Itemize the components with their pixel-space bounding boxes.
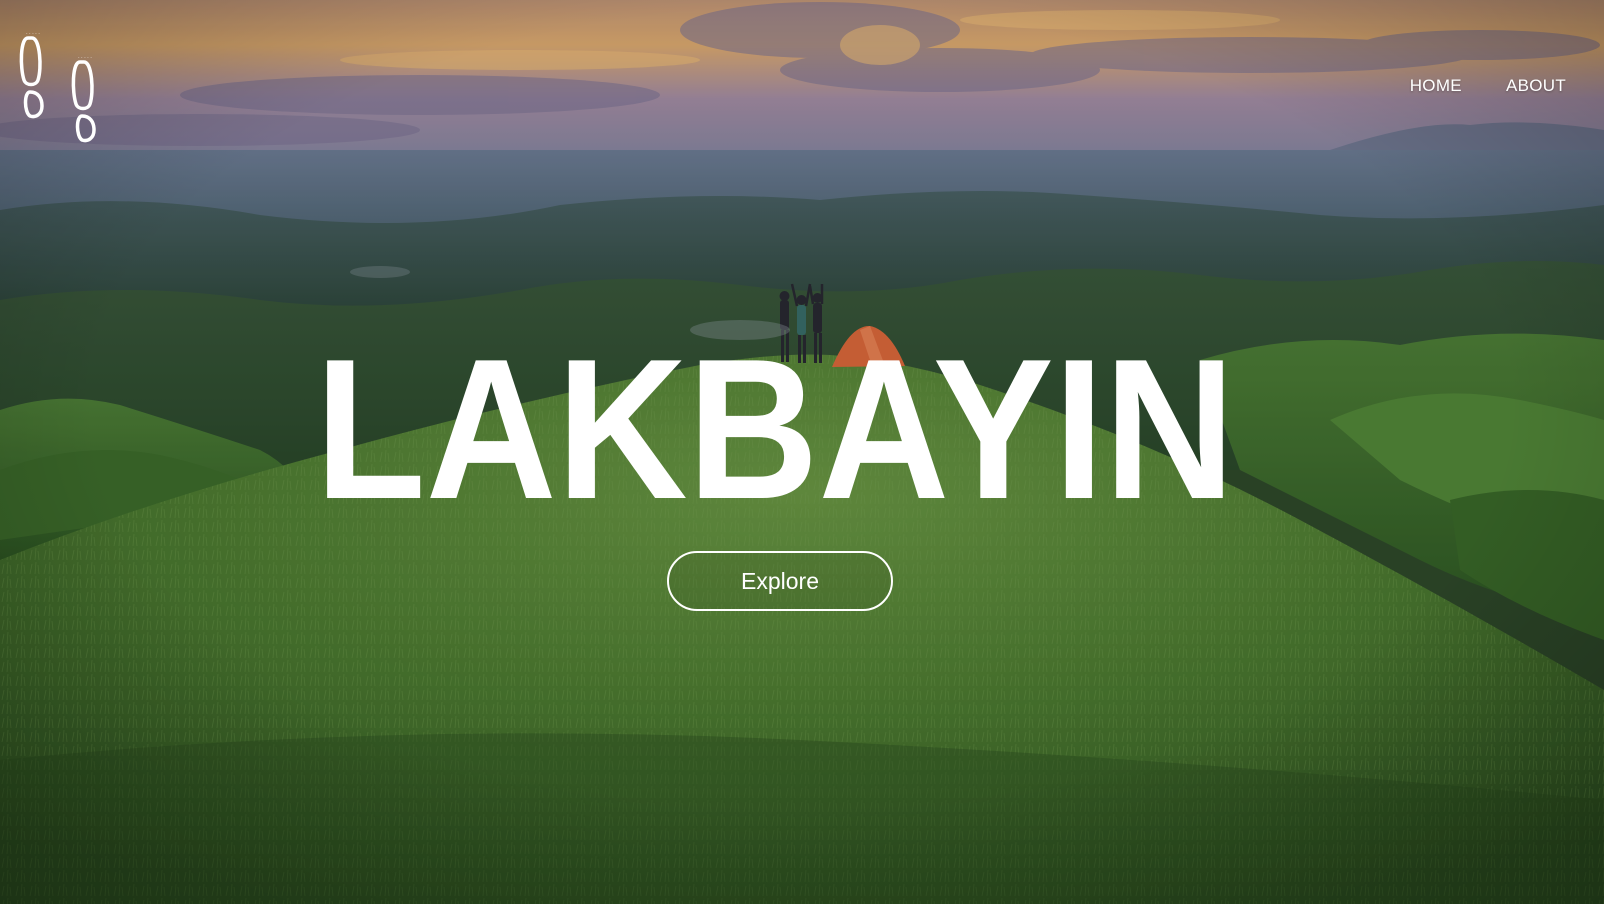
explore-button[interactable]: Explore xyxy=(667,551,893,611)
svg-text:· · · · ·: · · · · · xyxy=(78,55,92,61)
hero-title-text: LAKBAYIN xyxy=(315,336,1235,516)
hero-page: · · · · · · · · · · HOME ABOUT LAKBAYIN … xyxy=(0,0,1604,904)
nav-links: HOME ABOUT xyxy=(1410,76,1566,96)
nav-home-link[interactable]: HOME xyxy=(1410,76,1462,96)
nav-about-link[interactable]: ABOUT xyxy=(1506,76,1566,96)
svg-text:· · · · ·: · · · · · xyxy=(26,31,40,37)
top-navbar: · · · · · · · · · · HOME ABOUT xyxy=(0,0,1604,160)
hero-title: LAKBAYIN xyxy=(300,336,1250,516)
footprints-icon[interactable]: · · · · · · · · · · xyxy=(16,28,116,148)
